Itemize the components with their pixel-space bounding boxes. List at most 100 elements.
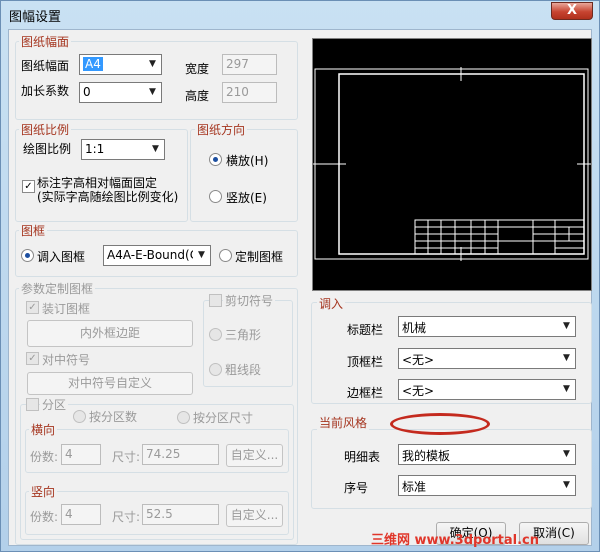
detail-table-label: 明细表 (344, 450, 381, 464)
frame-group-label: 图框 (19, 222, 48, 239)
custom-frame-params-label: 参数定制图框 (19, 280, 96, 297)
zone-label: 分区 (40, 396, 69, 413)
landscape-radio[interactable] (209, 153, 222, 166)
watermark: 三维网 www.3dportal.cn (371, 533, 540, 548)
draw-scale-label: 绘图比例 (23, 142, 72, 156)
custom-frame-radio[interactable] (219, 249, 232, 262)
landscape-label: 横放(H) (226, 154, 269, 168)
height-value: 210 (226, 85, 249, 99)
width-label: 宽度 (185, 62, 210, 76)
h-count-label: 份数: (30, 450, 59, 464)
length-factor-label: 加长系数 (21, 84, 70, 98)
frame-preview (312, 38, 592, 291)
close-button[interactable]: X (551, 2, 593, 20)
title-block-select[interactable]: 机械 ▼ (398, 316, 576, 337)
h-count-field[interactable]: 4 (61, 444, 101, 465)
height-label: 高度 (185, 89, 210, 103)
frame-preview-drawing (313, 67, 591, 261)
triangle-label: 三角形 (225, 328, 262, 342)
chevron-down-icon: ▼ (198, 250, 205, 260)
draw-scale-value: 1:1 (85, 142, 105, 156)
serial-label: 序号 (344, 481, 369, 495)
h-size-field[interactable]: 74.25 (142, 444, 219, 465)
center-mark-custom-button[interactable]: 对中符号自定义 (27, 372, 193, 395)
center-mark-checkbox[interactable]: ✓ (26, 352, 39, 365)
length-factor-value: 0 (83, 85, 91, 99)
orientation-group-label: 图纸方向 (195, 121, 248, 138)
center-mark-label: 对中符号 (42, 353, 91, 367)
draw-scale-select[interactable]: 1:1 ▼ (81, 139, 165, 160)
dialog-window: 图幅设置 X 图纸幅面 图纸幅面 A4 ▼ 加长系数 0 ▼ 宽度 297 高度… (0, 0, 600, 552)
width-field[interactable]: 297 (222, 54, 277, 75)
window-title: 图幅设置 (9, 10, 62, 25)
v-size-label: 尺寸: (112, 510, 141, 524)
load-frame-label: 调入图框 (37, 250, 86, 264)
v-custom-button[interactable]: 自定义... (226, 504, 283, 527)
custom-frame-label: 定制图框 (235, 250, 284, 264)
zone-by-size-radio[interactable] (177, 411, 190, 424)
detail-table-select[interactable]: 我的模板 ▼ (398, 444, 576, 465)
frame-select[interactable]: A4A-E-Bound(CHS ▼ (103, 245, 211, 266)
load-frame-radio[interactable] (21, 249, 34, 262)
length-factor-select[interactable]: 0 ▼ (79, 82, 162, 103)
title-block-label: 标题栏 (347, 323, 384, 337)
zone-checkbox[interactable] (26, 398, 39, 411)
fixed-text-height-checkbox[interactable]: ✓ (22, 180, 35, 193)
paper-size-label: 图纸幅面 (21, 59, 70, 73)
zone-by-count-label: 按分区数 (89, 410, 138, 424)
chevron-down-icon: ▼ (563, 384, 570, 394)
current-style-group-label: 当前风格 (317, 414, 370, 431)
side-block-select[interactable]: <无> ▼ (398, 379, 576, 400)
serial-value: 标准 (402, 480, 427, 494)
portrait-radio[interactable] (209, 190, 222, 203)
fixed-text-height-label: 标注字高相对幅面固定 (实际字高随绘图比例变化) (37, 176, 179, 204)
chevron-down-icon: ▼ (563, 353, 570, 363)
side-block-value: <无> (402, 384, 435, 398)
height-field[interactable]: 210 (222, 82, 277, 103)
frame-value: A4A-E-Bound(CHS (107, 248, 193, 262)
paper-size-value: A4 (83, 57, 103, 71)
horizontal-label: 横向 (29, 421, 58, 438)
top-block-label: 顶框栏 (347, 355, 384, 369)
h-custom-button[interactable]: 自定义... (226, 444, 283, 467)
chevron-down-icon: ▼ (563, 321, 570, 331)
cut-mark-checkbox[interactable] (209, 294, 222, 307)
h-size-value: 74.25 (146, 447, 181, 461)
portrait-label: 竖放(E) (226, 191, 267, 205)
import-group-label: 调入 (317, 295, 346, 312)
h-size-label: 尺寸: (112, 450, 141, 464)
v-count-field[interactable]: 4 (61, 504, 101, 525)
cut-mark-label: 剪切符号 (223, 292, 276, 309)
serial-select[interactable]: 标准 ▼ (398, 475, 576, 496)
binding-frame-checkbox[interactable]: ✓ (26, 301, 39, 314)
top-block-value: <无> (402, 353, 435, 367)
highlight-ellipse (390, 413, 490, 435)
zone-by-count-radio[interactable] (73, 410, 86, 423)
side-block-label: 边框栏 (347, 386, 384, 400)
detail-table-value: 我的模板 (402, 449, 451, 463)
title-bar[interactable]: 图幅设置 X (1, 1, 599, 27)
top-block-select[interactable]: <无> ▼ (398, 348, 576, 369)
scale-group-label: 图纸比例 (19, 121, 72, 138)
dialog-client: 图纸幅面 图纸幅面 A4 ▼ 加长系数 0 ▼ 宽度 297 高度 210 图纸… (8, 29, 592, 546)
h-count-value: 4 (65, 447, 73, 461)
v-size-value: 52.5 (146, 507, 173, 521)
width-value: 297 (226, 57, 249, 71)
chevron-down-icon: ▼ (563, 449, 570, 459)
zone-by-size-label: 按分区尺寸 (193, 411, 254, 425)
chevron-down-icon: ▼ (149, 59, 156, 69)
chevron-down-icon: ▼ (563, 480, 570, 490)
title-block-value: 机械 (402, 321, 427, 335)
paper-size-select[interactable]: A4 ▼ (79, 54, 162, 75)
triangle-radio[interactable] (209, 328, 222, 341)
binding-frame-label: 装订图框 (42, 302, 91, 316)
inner-outer-margin-button[interactable]: 内外框边距 (27, 320, 193, 347)
thick-line-radio[interactable] (209, 363, 222, 376)
chevron-down-icon: ▼ (149, 87, 156, 97)
current-style-group (311, 429, 592, 509)
chevron-down-icon: ▼ (152, 144, 159, 154)
vertical-label: 竖向 (29, 483, 58, 500)
paper-size-group (15, 41, 298, 120)
v-size-field[interactable]: 52.5 (142, 504, 219, 525)
orientation-group (190, 129, 298, 222)
